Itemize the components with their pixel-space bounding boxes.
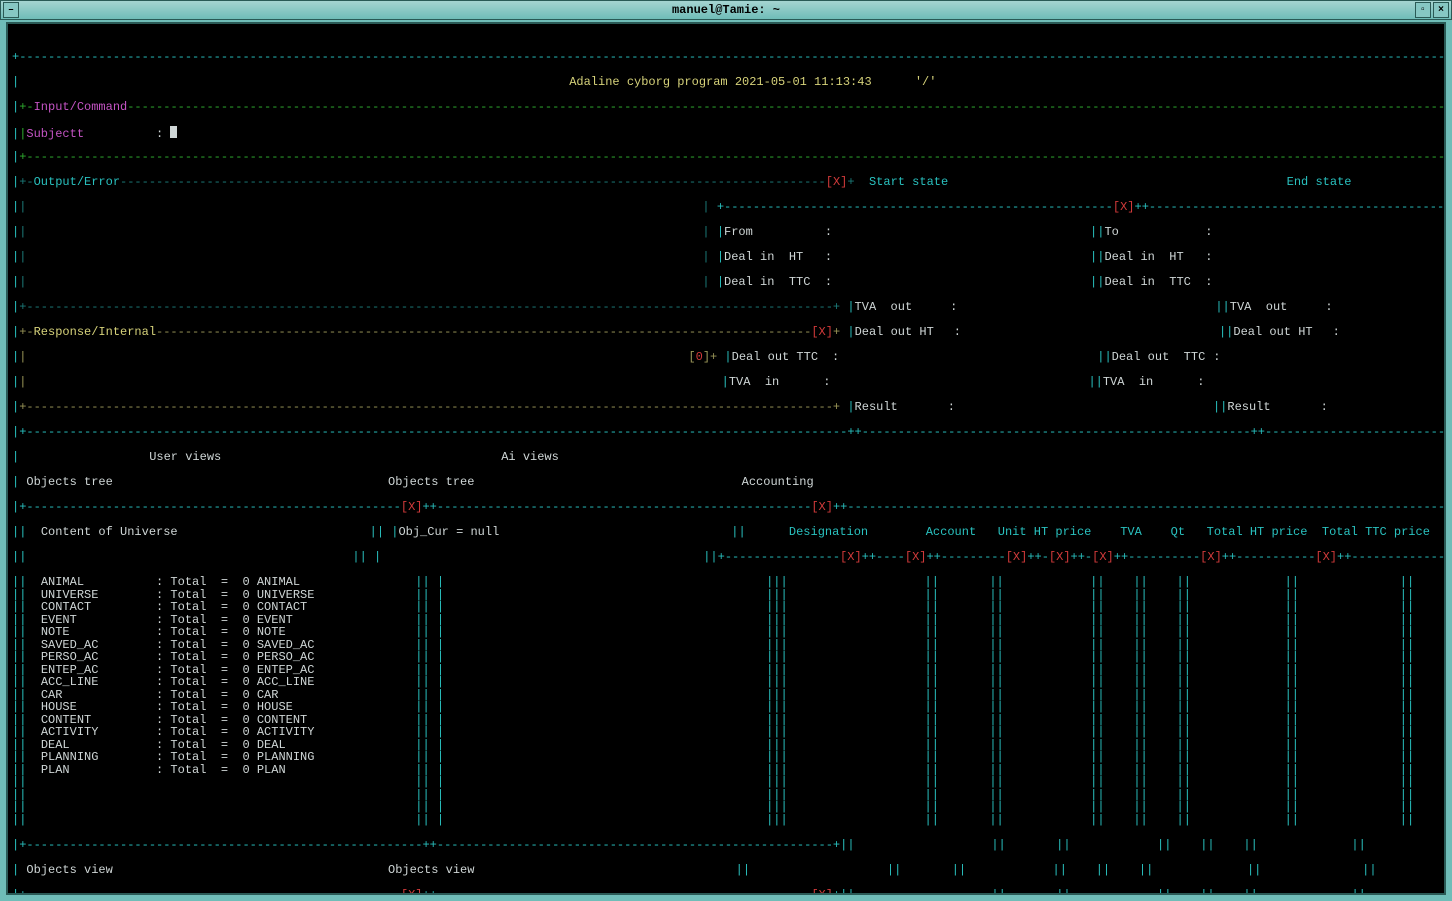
accounting-title: Accounting (742, 475, 814, 489)
input-title: Input/Command (34, 100, 128, 114)
titlebar[interactable]: – manuel@Tamie: ~ ▫ × (0, 0, 1452, 20)
response-title: Response/Internal (34, 325, 156, 339)
end-state-title: End state (1287, 175, 1352, 189)
app-window: – manuel@Tamie: ~ ▫ × +-----------------… (0, 0, 1452, 901)
ai-objects-view-title: Objects view (388, 863, 474, 877)
tree-row: || || |||| || || || || || || || | (12, 814, 1440, 827)
window-title: manuel@Tamie: ~ (672, 3, 780, 17)
system-menu-icon[interactable]: – (3, 2, 19, 18)
start-state-title: Start state (869, 175, 948, 189)
program-header: Adaline cyborg program 2021-05-01 11:13:… (569, 75, 936, 89)
close-icon[interactable]: × (1433, 2, 1449, 18)
user-objects-tree-title: Objects tree (26, 475, 112, 489)
content-header: Content of Universe (41, 525, 178, 539)
ai-views-title: Ai views (501, 450, 559, 464)
ai-objects-tree-title: Objects tree (388, 475, 474, 489)
maximize-icon[interactable]: ▫ (1415, 2, 1431, 18)
subject-label: Subjectt (26, 127, 84, 141)
obj-cur: Obj_Cur = null (398, 525, 499, 539)
user-objects-view-title: Objects view (26, 863, 112, 877)
user-views-title: User views (149, 450, 221, 464)
text-cursor[interactable] (170, 126, 177, 138)
output-title: Output/Error (34, 175, 120, 189)
terminal[interactable]: +---------------------------------------… (6, 22, 1446, 895)
